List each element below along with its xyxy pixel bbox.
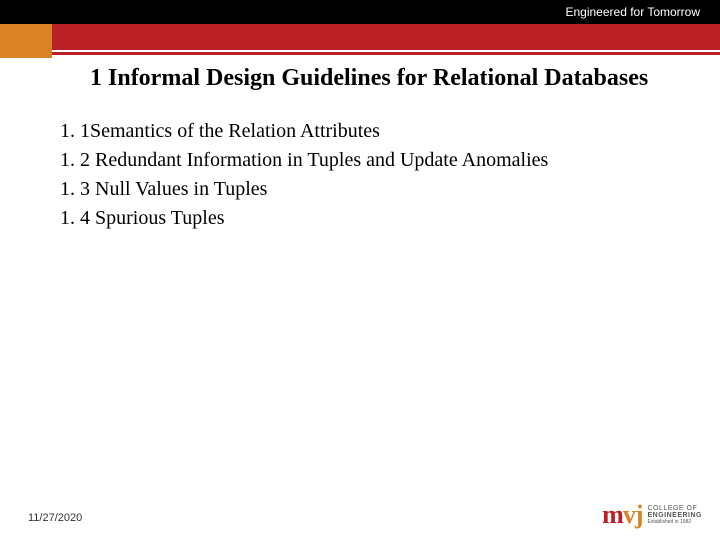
tagline: Engineered for Tomorrow <box>565 5 700 19</box>
footer-date: 11/27/2020 <box>28 512 82 524</box>
list-item: 1. 2 Redundant Information in Tuples and… <box>60 147 720 174</box>
logo: mvj COLLEGE OF ENGINEERING Established i… <box>602 500 702 530</box>
list-item: 1. 4 Spurious Tuples <box>60 205 720 232</box>
header-red-line <box>0 52 720 55</box>
list-item: 1. 3 Null Values in Tuples <box>60 176 720 203</box>
logo-icon: mvj <box>602 500 642 530</box>
logo-text: COLLEGE OF ENGINEERING Established in 19… <box>647 505 702 525</box>
header-red-bar <box>0 24 720 50</box>
accent-block <box>0 24 52 58</box>
content-list: 1. 1Semantics of the Relation Attributes… <box>60 118 720 232</box>
slide-title: 1 Informal Design Guidelines for Relatio… <box>90 65 720 92</box>
header-black-bar: Engineered for Tomorrow <box>0 0 720 24</box>
list-item: 1. 1Semantics of the Relation Attributes <box>60 118 720 145</box>
